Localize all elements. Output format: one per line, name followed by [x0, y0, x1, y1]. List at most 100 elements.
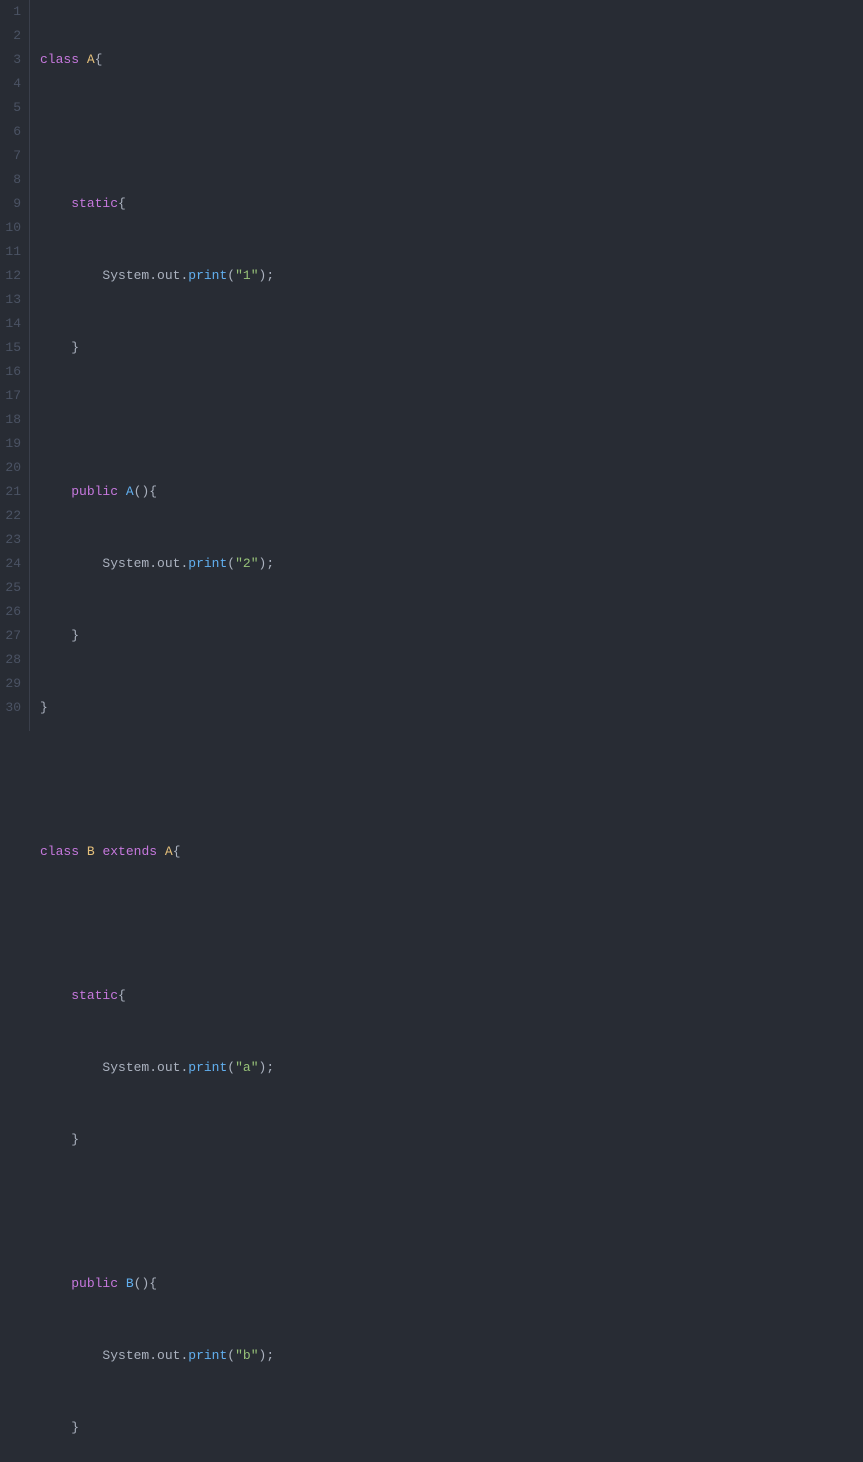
- class-name: A: [165, 844, 173, 859]
- semicolon: ;: [266, 556, 274, 571]
- class-name: A: [87, 52, 95, 67]
- parens: (): [134, 1276, 150, 1291]
- line-number: 5: [4, 96, 21, 120]
- line-number: 4: [4, 72, 21, 96]
- identifier: System: [102, 556, 149, 571]
- identifier: out: [157, 556, 180, 571]
- identifier: out: [157, 1348, 180, 1363]
- paren: (: [227, 1348, 235, 1363]
- code-line: System.out.print("b");: [40, 1344, 376, 1368]
- code-line: }: [40, 336, 376, 360]
- brace: {: [95, 52, 103, 67]
- identifier: System: [102, 1348, 149, 1363]
- code-line: System.out.print("a");: [40, 1056, 376, 1080]
- code-line: public A(){: [40, 480, 376, 504]
- keyword-public: public: [71, 484, 118, 499]
- method-name: print: [188, 268, 227, 283]
- line-number: 25: [4, 576, 21, 600]
- code-area[interactable]: class A{ static{ System.out.print("1"); …: [30, 0, 376, 731]
- code-line: class A{: [40, 48, 376, 72]
- brace: {: [149, 1276, 157, 1291]
- code-line: }: [40, 1128, 376, 1152]
- line-number: 12: [4, 264, 21, 288]
- string-literal: "1": [235, 268, 258, 283]
- identifier: out: [157, 1060, 180, 1075]
- line-number: 2: [4, 24, 21, 48]
- line-number: 30: [4, 696, 21, 720]
- code-line: [40, 912, 376, 936]
- identifier: System: [102, 268, 149, 283]
- code-line: [40, 408, 376, 432]
- line-number: 27: [4, 624, 21, 648]
- brace: {: [173, 844, 181, 859]
- line-number: 7: [4, 144, 21, 168]
- method-name: print: [188, 1060, 227, 1075]
- dot: .: [149, 268, 157, 283]
- keyword-static: static: [71, 988, 118, 1003]
- brace: {: [149, 484, 157, 499]
- identifier: System: [102, 1060, 149, 1075]
- paren: ): [259, 1060, 267, 1075]
- line-number: 22: [4, 504, 21, 528]
- line-number: 14: [4, 312, 21, 336]
- identifier: out: [157, 268, 180, 283]
- line-number: 11: [4, 240, 21, 264]
- method-name: print: [188, 556, 227, 571]
- code-line: class B extends A{: [40, 840, 376, 864]
- code-line: System.out.print("2");: [40, 552, 376, 576]
- keyword-class: class: [40, 844, 79, 859]
- code-line: }: [40, 696, 376, 720]
- line-number: 26: [4, 600, 21, 624]
- code-line: static{: [40, 192, 376, 216]
- code-line: public B(){: [40, 1272, 376, 1296]
- code-line: static{: [40, 984, 376, 1008]
- line-number: 24: [4, 552, 21, 576]
- constructor-name: A: [126, 484, 134, 499]
- method-name: print: [188, 1348, 227, 1363]
- line-number: 13: [4, 288, 21, 312]
- code-line: System.out.print("1");: [40, 264, 376, 288]
- paren: (: [227, 268, 235, 283]
- dot: .: [180, 1348, 188, 1363]
- code-line: }: [40, 1416, 376, 1440]
- line-number: 9: [4, 192, 21, 216]
- keyword-extends: extends: [102, 844, 157, 859]
- keyword-static: static: [71, 196, 118, 211]
- code-editor[interactable]: 1234567891011121314151617181920212223242…: [0, 0, 863, 731]
- dot: .: [149, 556, 157, 571]
- string-literal: "a": [235, 1060, 258, 1075]
- constructor-name: B: [126, 1276, 134, 1291]
- line-number: 17: [4, 384, 21, 408]
- line-number: 8: [4, 168, 21, 192]
- dot: .: [149, 1348, 157, 1363]
- line-number: 1: [4, 0, 21, 24]
- dot: .: [149, 1060, 157, 1075]
- line-number: 18: [4, 408, 21, 432]
- brace: }: [71, 1132, 79, 1147]
- line-number: 29: [4, 672, 21, 696]
- semicolon: ;: [266, 1348, 274, 1363]
- class-name: B: [87, 844, 95, 859]
- brace: }: [71, 1420, 79, 1435]
- brace: }: [40, 700, 48, 715]
- code-line: [40, 1200, 376, 1224]
- line-number: 21: [4, 480, 21, 504]
- code-line: [40, 120, 376, 144]
- keyword-public: public: [71, 1276, 118, 1291]
- brace: }: [71, 340, 79, 355]
- line-number: 23: [4, 528, 21, 552]
- code-line: [40, 768, 376, 792]
- semicolon: ;: [266, 268, 274, 283]
- line-number: 6: [4, 120, 21, 144]
- line-number-gutter: 1234567891011121314151617181920212223242…: [0, 0, 30, 731]
- code-line: }: [40, 624, 376, 648]
- brace: {: [118, 196, 126, 211]
- paren: (: [227, 1060, 235, 1075]
- keyword-class: class: [40, 52, 79, 67]
- line-number: 15: [4, 336, 21, 360]
- string-literal: "2": [235, 556, 258, 571]
- brace: }: [71, 628, 79, 643]
- line-number: 28: [4, 648, 21, 672]
- paren: (: [227, 556, 235, 571]
- line-number: 10: [4, 216, 21, 240]
